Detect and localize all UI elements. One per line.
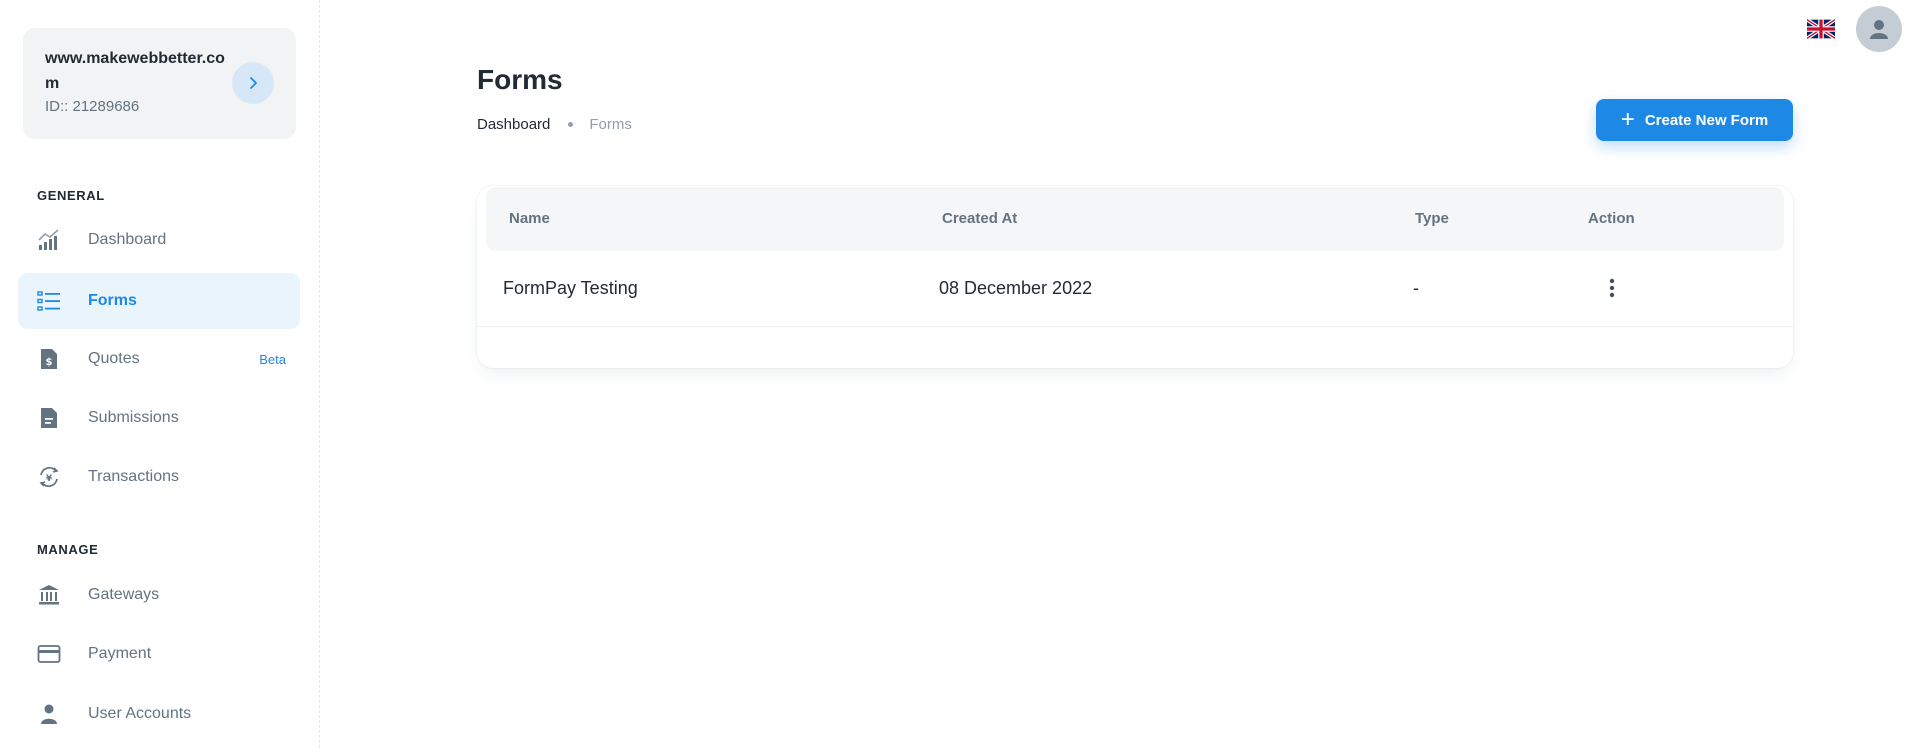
section-label-general: GENERAL (37, 188, 105, 203)
create-new-form-button[interactable]: + Create New Form (1596, 99, 1793, 141)
plus-icon: + (1620, 106, 1635, 133)
sidebar-item-label: Gateways (88, 586, 160, 603)
column-header-name[interactable]: Name (509, 210, 550, 227)
breadcrumb-dashboard-link[interactable]: Dashboard (477, 116, 550, 133)
sidebar-item-dashboard[interactable]: Dashboard (18, 212, 300, 268)
sidebar-item-label: User Accounts (88, 705, 192, 722)
account-domain: www.makewebbetter.com (45, 50, 225, 92)
currency-exchange-icon: ¥ (36, 464, 62, 490)
sidebar-item-label: Forms (88, 292, 137, 309)
sidebar-item-forms[interactable]: Forms (18, 273, 300, 329)
forms-table-card: Name Created At Type Action FormPay Test… (477, 186, 1793, 368)
row-actions-button[interactable] (1593, 269, 1631, 307)
chart-icon (36, 227, 62, 253)
sidebar-item-label: Payment (88, 645, 152, 662)
sidebar-item-label: Transactions (88, 468, 179, 485)
account-card[interactable]: www.makewebbetter.com ID:: 21289686 (23, 28, 296, 139)
uk-flag-icon[interactable] (1805, 18, 1837, 40)
bank-icon (36, 582, 62, 608)
more-vertical-icon (1609, 278, 1615, 298)
column-header-action: Action (1588, 210, 1635, 227)
svg-text:$: $ (46, 357, 53, 368)
table-header: Name Created At Type Action (486, 187, 1784, 251)
sidebar-item-submissions[interactable]: Submissions (18, 390, 300, 446)
person-icon (1870, 20, 1888, 39)
sidebar-item-label: Dashboard (88, 231, 167, 248)
breadcrumb-current: Forms (589, 116, 632, 133)
user-icon (36, 701, 62, 727)
sidebar-item-label: Submissions (88, 409, 179, 426)
column-header-type[interactable]: Type (1415, 210, 1449, 227)
document-icon (36, 405, 62, 431)
breadcrumb-separator (568, 122, 574, 127)
beta-badge: Beta (259, 351, 286, 367)
type-cell: - (1413, 278, 1419, 298)
form-name-cell[interactable]: FormPay Testing (503, 278, 638, 299)
sidebar: www.makewebbetter.com ID:: 21289686 GENE… (0, 0, 320, 748)
list-icon (36, 288, 62, 314)
create-new-form-label: Create New Form (1644, 111, 1769, 129)
sidebar-item-gateways[interactable]: Gateways (18, 567, 300, 623)
sidebar-item-label: Quotes (88, 350, 140, 367)
sidebar-item-user-accounts[interactable]: User Accounts (18, 686, 300, 742)
account-id: ID:: 21289686 (45, 98, 140, 115)
created-at-cell: 08 December 2022 (939, 278, 1093, 298)
breadcrumb: Dashboard Forms (477, 116, 632, 133)
invoice-icon: $ (36, 346, 62, 372)
section-label-manage: MANAGE (37, 542, 99, 557)
avatar[interactable] (1856, 6, 1902, 52)
column-header-created-at[interactable]: Created At (942, 210, 1017, 227)
sidebar-item-transactions[interactable]: ¥ Transactions (18, 449, 300, 505)
sidebar-item-payment[interactable]: Payment (18, 626, 300, 682)
page-title: Forms (477, 64, 563, 95)
sidebar-item-quotes[interactable]: $ Quotes Beta (18, 331, 300, 387)
svg-text:¥: ¥ (46, 474, 53, 484)
account-switch-button[interactable] (232, 62, 274, 104)
table-row[interactable]: FormPay Testing 08 December 2022 - (477, 251, 1793, 327)
credit-card-icon (36, 641, 62, 667)
chevron-right-icon (250, 77, 257, 89)
